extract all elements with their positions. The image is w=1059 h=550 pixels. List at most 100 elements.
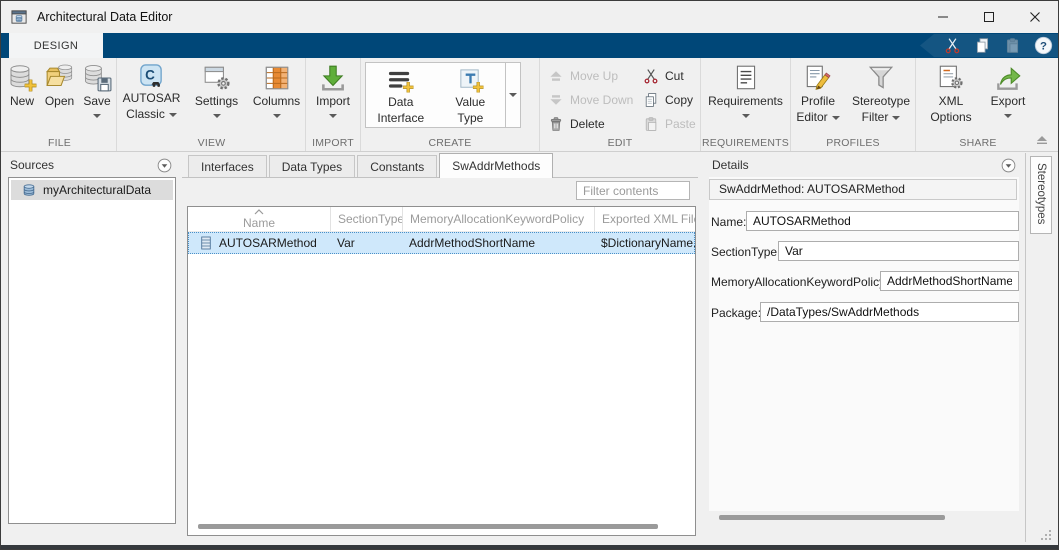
import-label: Import bbox=[316, 95, 350, 109]
tab-swaddrmethods[interactable]: SwAddrMethods bbox=[439, 153, 553, 178]
help-icon[interactable] bbox=[1034, 36, 1053, 55]
data-interface-button[interactable]: Data Interface bbox=[366, 63, 436, 127]
autosar-classic-button[interactable]: AUTOSAR Classic bbox=[119, 58, 185, 121]
swaddrmethods-table: Name SectionType MemoryAllocationKeyword… bbox=[187, 206, 696, 536]
cut-icon[interactable] bbox=[944, 37, 961, 54]
dropdown-arrow-icon bbox=[93, 114, 101, 118]
save-button[interactable]: Save bbox=[79, 58, 116, 118]
data-interface-icon bbox=[387, 67, 414, 94]
stereotype-filter-button[interactable]: Stereotype Filter bbox=[848, 58, 914, 124]
cut-button[interactable]: Cut bbox=[643, 67, 696, 84]
column-header-sectiontype[interactable]: SectionType bbox=[330, 207, 402, 231]
window-title: Architectural Data Editor bbox=[37, 10, 172, 24]
xml-options-button[interactable]: XML Options bbox=[925, 58, 977, 124]
copy-icon bbox=[643, 92, 659, 108]
title-bar: Architectural Data Editor bbox=[1, 1, 1058, 33]
minimize-icon bbox=[937, 11, 949, 23]
maximize-icon bbox=[983, 11, 995, 23]
autosar-classic-label-line1: AUTOSAR bbox=[123, 92, 181, 106]
autosar-classic-label-line2: Classic bbox=[126, 108, 177, 122]
save-label: Save bbox=[83, 95, 110, 109]
maximize-button[interactable] bbox=[966, 1, 1012, 33]
memoryallocationkeywordpolicy-field[interactable] bbox=[880, 271, 1019, 291]
copy-label: Copy bbox=[665, 93, 693, 107]
cell-exported-xml-file: $DictionaryName.. bbox=[594, 236, 695, 250]
requirements-label: Requirements bbox=[708, 95, 783, 109]
details-horizontal-scrollbar[interactable] bbox=[719, 515, 945, 520]
source-item-label: myArchitecturalData bbox=[43, 183, 151, 197]
stereotype-filter-label-line2: Filter bbox=[862, 111, 901, 125]
value-type-label-line1: Value bbox=[455, 96, 485, 110]
table-row[interactable]: AUTOSARMethod Var AddrMethodShortName $D… bbox=[188, 232, 695, 254]
export-button[interactable]: Export bbox=[985, 58, 1031, 118]
delete-button[interactable]: Delete bbox=[548, 115, 633, 132]
close-button[interactable] bbox=[1012, 1, 1058, 33]
value-type-button[interactable]: Value Type bbox=[436, 63, 506, 127]
paste-icon bbox=[1004, 37, 1021, 54]
copy-button[interactable]: Copy bbox=[643, 91, 696, 108]
ribbon-tab-bar: DESIGN bbox=[1, 33, 1058, 58]
panel-divider bbox=[1025, 153, 1026, 542]
group-label-share: SHARE bbox=[916, 137, 1040, 149]
import-button[interactable]: Import bbox=[309, 58, 357, 118]
window-bottom-border bbox=[1, 545, 1058, 549]
move-up-icon bbox=[548, 68, 564, 84]
ribbon-group-create: Data Interface Value Type CREATE bbox=[361, 58, 540, 151]
columns-button[interactable]: Columns bbox=[249, 58, 305, 118]
group-label-profiles: PROFILES bbox=[791, 137, 915, 149]
sources-panel-title: Sources bbox=[10, 158, 54, 172]
new-button[interactable]: New bbox=[4, 58, 41, 109]
sort-ascending-icon bbox=[254, 209, 264, 215]
dropdown-arrow-icon bbox=[329, 114, 337, 118]
package-field[interactable] bbox=[760, 302, 1019, 322]
source-item-myarchitecturaldata[interactable]: myArchitecturalData bbox=[11, 180, 173, 200]
sectiontype-field[interactable] bbox=[778, 241, 1019, 261]
dropdown-arrow-icon bbox=[509, 93, 517, 97]
columns-label: Columns bbox=[253, 95, 300, 109]
center-panel: Interfaces Data Types Constants SwAddrMe… bbox=[182, 153, 698, 546]
column-header-name[interactable]: Name bbox=[188, 207, 330, 231]
sectiontype-field-label: SectionType: bbox=[711, 245, 780, 259]
paste-button: Paste bbox=[643, 115, 696, 132]
data-interface-label-line2: Interface bbox=[377, 112, 424, 126]
panel-menu-icon[interactable] bbox=[157, 158, 172, 173]
import-icon bbox=[318, 63, 348, 93]
requirements-icon bbox=[731, 63, 761, 93]
copy-icon[interactable] bbox=[974, 37, 991, 54]
create-gallery-dropdown[interactable] bbox=[505, 63, 520, 127]
panel-menu-icon[interactable] bbox=[1001, 158, 1016, 173]
settings-button[interactable]: Settings bbox=[191, 58, 243, 118]
ribbon-group-file: New Open Save FILE bbox=[3, 58, 117, 151]
minimize-button[interactable] bbox=[920, 1, 966, 33]
columns-icon bbox=[262, 63, 292, 93]
data-interface-label-line1: Data bbox=[388, 96, 413, 110]
ribbon-group-share: XML Options Export SHARE bbox=[916, 58, 1040, 151]
tab-data-types[interactable]: Data Types bbox=[269, 155, 355, 177]
column-header-exported-xml-file[interactable]: Exported XML File bbox=[594, 207, 695, 231]
name-field[interactable] bbox=[746, 211, 1019, 231]
tab-stereotypes[interactable]: Stereotypes bbox=[1030, 156, 1052, 234]
tab-constants[interactable]: Constants bbox=[357, 155, 437, 177]
collapse-ribbon-icon[interactable] bbox=[1035, 135, 1049, 145]
profile-editor-icon bbox=[803, 63, 833, 93]
column-header-memoryallocationkeywordpolicy[interactable]: MemoryAllocationKeywordPolicy bbox=[402, 207, 594, 231]
delete-label: Delete bbox=[570, 117, 605, 131]
xml-options-label-line1: XML bbox=[939, 95, 964, 109]
open-button[interactable]: Open bbox=[41, 58, 79, 109]
sources-list: myArchitecturalData bbox=[8, 177, 176, 524]
settings-icon bbox=[202, 63, 232, 93]
sources-panel: Sources myArchitecturalData bbox=[1, 153, 181, 546]
resize-grip-icon[interactable] bbox=[1039, 528, 1053, 542]
group-label-import: IMPORT bbox=[306, 137, 360, 149]
xml-options-label-line2: Options bbox=[930, 111, 971, 125]
profile-editor-button[interactable]: Profile Editor bbox=[792, 58, 844, 124]
tab-design[interactable]: DESIGN bbox=[9, 33, 103, 58]
group-label-view: VIEW bbox=[118, 137, 305, 149]
details-selection-header: SwAddrMethod: AUTOSARMethod bbox=[709, 179, 1017, 200]
filter-contents-input[interactable] bbox=[576, 181, 690, 200]
move-up-button: Move Up bbox=[548, 67, 633, 84]
save-icon bbox=[82, 63, 112, 93]
requirements-button[interactable]: Requirements bbox=[702, 58, 790, 118]
table-horizontal-scrollbar[interactable] bbox=[198, 524, 658, 529]
tab-interfaces[interactable]: Interfaces bbox=[188, 155, 267, 177]
